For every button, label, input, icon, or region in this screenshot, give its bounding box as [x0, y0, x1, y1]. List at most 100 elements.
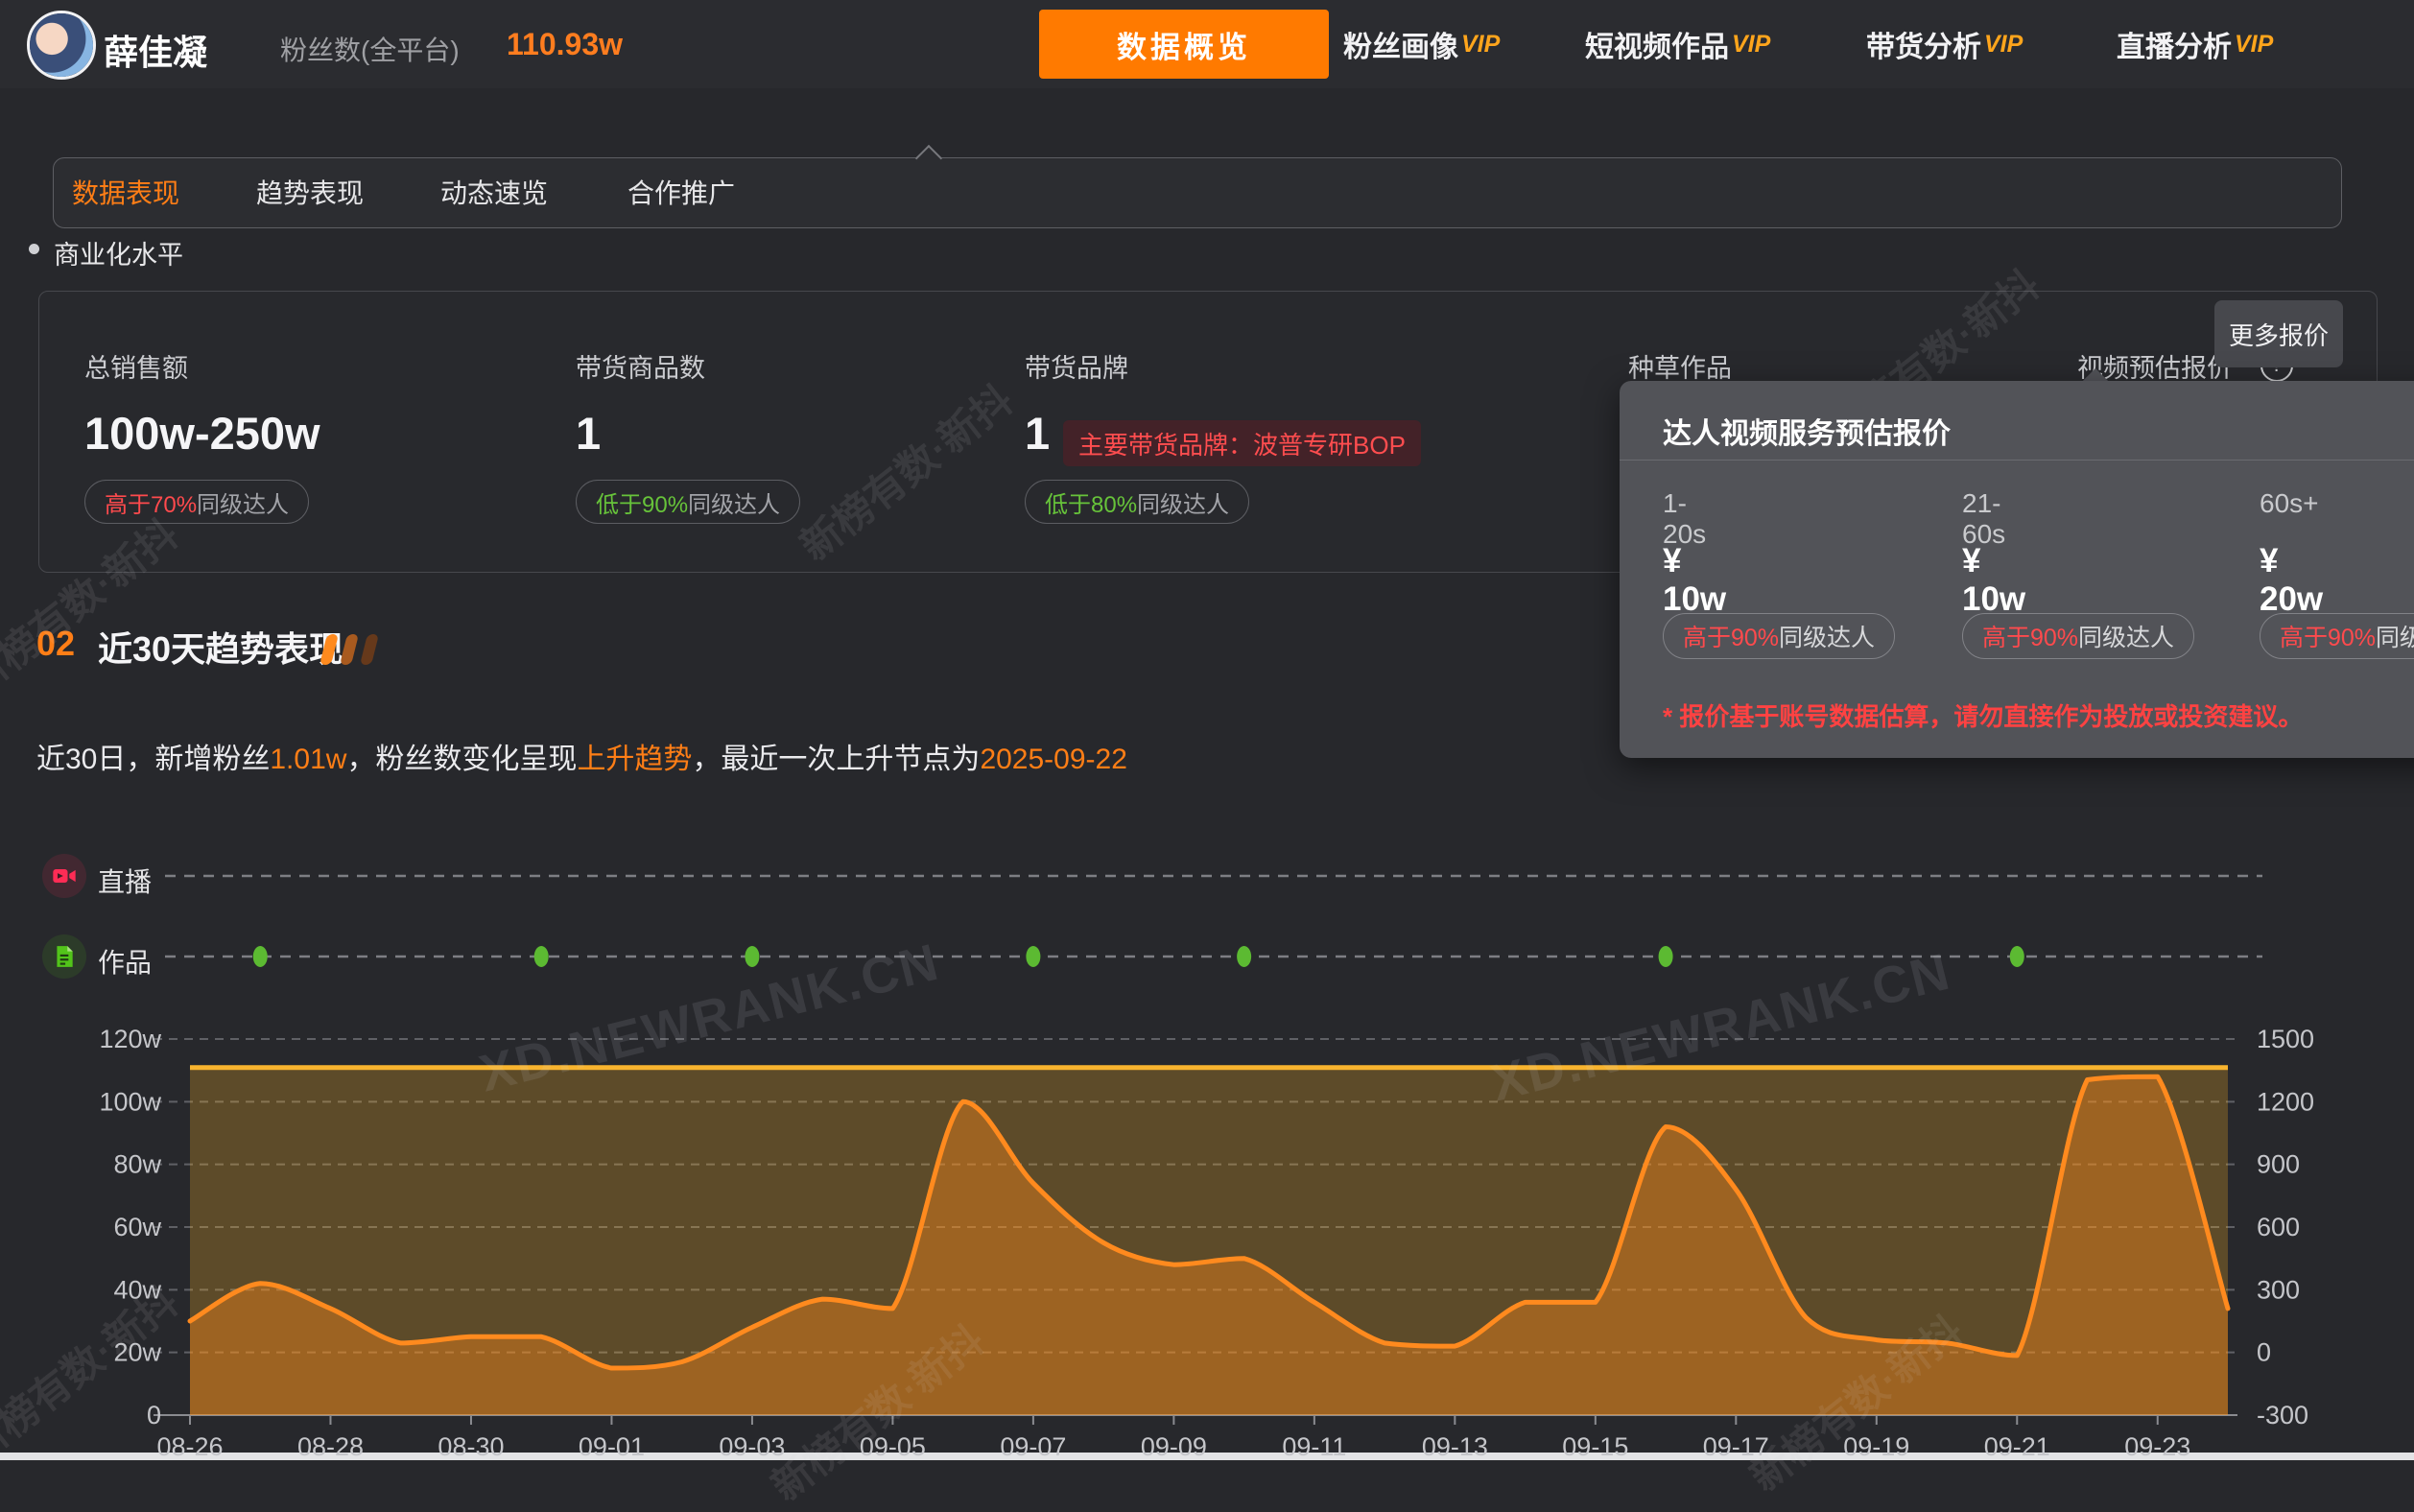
badge-suffix: 同级达人 [1137, 491, 1230, 518]
vip-badge: VIP [1984, 30, 2024, 58]
y-axis-right-label: 0 [2257, 1338, 2271, 1367]
quote-badge: 高于90%同级达人 [1663, 613, 1896, 659]
section-bullet-dot [29, 244, 39, 254]
badge-highlight: 低于90% [596, 491, 689, 518]
bottom-edge-strip [0, 1453, 2414, 1460]
quote-price: ¥ 10w [1962, 542, 2026, 618]
quote-duration: 21-60s [1962, 488, 2006, 549]
section-number: 02 [36, 624, 76, 663]
y-axis-right-label: 600 [2257, 1213, 2300, 1241]
stat-value-brand-count: 1 [1025, 408, 1051, 459]
subtab-trend-performance[interactable]: 趋势表现 [256, 157, 364, 226]
watermark-brand: 新榜有数·新抖 [1741, 1307, 1972, 1500]
badge-suffix: 同级达人 [2376, 625, 2414, 651]
quote-badge: 高于90%同级达人 [2260, 613, 2414, 659]
stat-badge-product-count: 低于90% 同级达人 [576, 480, 801, 524]
fans-area [190, 1067, 2228, 1415]
y-axis-left-label: 100w [99, 1087, 161, 1116]
works-post-dot [2009, 946, 2024, 967]
quote-duration: 60s+ [2260, 488, 2319, 518]
works-row-label: 作品 [98, 948, 153, 978]
works-post-dot [1237, 946, 1252, 967]
tab-live-analysis[interactable]: 直播分析 VIP [2117, 0, 2273, 88]
works-post-dot [252, 946, 268, 967]
y-axis-left-label: 80w [113, 1150, 161, 1179]
badge-highlight: 高于90% [1982, 625, 2079, 651]
stat-badge-total-sales: 高于70% 同级达人 [84, 480, 310, 524]
y-axis-left-label: 0 [147, 1401, 161, 1429]
badge-highlight: 高于70% [105, 491, 198, 518]
avatar[interactable] [27, 11, 96, 80]
badge-highlight: 低于80% [1045, 491, 1138, 518]
main-brand-tag: 主要带货品牌：波普专研BOP [1063, 420, 1421, 466]
works-post-dot [533, 946, 549, 967]
badge-suffix: 同级达人 [688, 491, 781, 518]
trend-summary: 近30日，新增粉丝1.01w，粉丝数变化呈现上升趋势，最近一次上升节点为2025… [36, 735, 1127, 777]
sub-tab-bar [53, 157, 2342, 228]
stat-label-brand-count: 带货品牌 [1025, 354, 1128, 383]
badge-suffix: 同级达人 [197, 491, 290, 518]
avatar-photo [30, 13, 93, 77]
y-axis-left-label: 40w [113, 1275, 161, 1304]
popup-title: 达人视频服务预估报价 [1663, 418, 1951, 450]
vip-badge: VIP [1461, 30, 1501, 58]
fans-count-value: 110.93w [507, 27, 623, 61]
summary-text: ，最近一次上升节点为 [692, 744, 981, 775]
y-axis-left-label: 60w [113, 1213, 161, 1241]
live-icon [42, 854, 86, 898]
tab-label: 粉丝画像 [1343, 32, 1458, 63]
popup-disclaimer: * 报价基于账号数据估算，请勿直接作为投放或投资建议。 [1663, 702, 2304, 731]
tab-label: 直播分析 [2117, 32, 2232, 63]
vip-badge: VIP [2235, 30, 2274, 58]
tab-label: 短视频作品 [1585, 32, 1729, 63]
tab-data-overview[interactable]: 数据概览 [1039, 10, 1329, 79]
watermark-brand: 新榜有数·新抖 [0, 1278, 187, 1472]
tab-label: 带货分析 [1866, 32, 1981, 63]
summary-text: ，粉丝数变化呈现 [346, 744, 578, 775]
tab-commerce-analysis[interactable]: 带货分析 VIP [1866, 0, 2023, 88]
stat-label-seeding-works: 种草作品 [1628, 354, 1732, 383]
section-decor-bar [360, 634, 379, 665]
works-post-dot [745, 946, 760, 967]
trend-area [190, 1076, 2228, 1415]
badge-suffix: 同级达人 [2078, 625, 2175, 651]
badge-highlight: 高于90% [1683, 625, 1780, 651]
stat-badge-brand-count: 低于80% 同级达人 [1025, 480, 1250, 524]
summary-new-fans: 1.01w [270, 744, 347, 775]
fans-count-label: 粉丝数(全平台) [280, 35, 460, 65]
section-commercialization-label: 商业化水平 [54, 241, 183, 270]
tab-short-video[interactable]: 短视频作品 VIP [1585, 0, 1770, 88]
watermark-site: XD.NEWRANK.CN [474, 933, 945, 1103]
quote-price: ¥ 20w [2260, 542, 2324, 618]
subtab-cooperation[interactable]: 合作推广 [627, 157, 735, 226]
y-axis-right-label: 300 [2257, 1275, 2300, 1304]
badge-highlight: 高于90% [2280, 625, 2377, 651]
summary-rise-date: 2025-09-22 [980, 744, 1127, 775]
y-axis-left-label: 20w [113, 1338, 161, 1367]
tab-fan-profile[interactable]: 粉丝画像 VIP [1343, 0, 1500, 88]
vip-badge: VIP [1732, 30, 1771, 58]
stat-label-total-sales: 总销售额 [84, 354, 188, 383]
stat-value-product-count: 1 [576, 408, 602, 459]
y-axis-right-label: -300 [2257, 1401, 2308, 1429]
section-title: 近30天趋势表现 [98, 629, 344, 669]
y-axis-right-label: 900 [2257, 1150, 2300, 1179]
account-name: 薛佳凝 [104, 33, 208, 72]
watermark-site: XD.NEWRANK.CN [1485, 942, 1956, 1113]
summary-trend: 上升趋势 [577, 744, 693, 775]
stat-value-total-sales: 100w-250w [84, 408, 320, 459]
y-axis-right-label: 1200 [2257, 1087, 2314, 1116]
quote-price: ¥ 10w [1663, 542, 1727, 618]
works-icon [42, 934, 86, 979]
works-post-dot [1658, 946, 1673, 967]
live-row-label: 直播 [98, 867, 153, 897]
more-quotes-button[interactable]: 更多报价 [2214, 300, 2343, 367]
quote-badge: 高于90%同级达人 [1962, 613, 2195, 659]
subtab-activity-overview[interactable]: 动态速览 [440, 157, 548, 226]
video-quote-popup: 达人视频服务预估报价 1-20s ¥ 10w 高于90% 同级达人 21-60s … [1620, 381, 2414, 758]
popup-divider [1620, 460, 2414, 461]
badge-suffix: 同级达人 [1779, 625, 1876, 651]
y-axis-right-label: 1500 [2257, 1025, 2314, 1053]
watermark-brand: 新榜有数·新抖 [763, 1316, 993, 1510]
subtab-data-performance[interactable]: 数据表现 [72, 157, 179, 226]
